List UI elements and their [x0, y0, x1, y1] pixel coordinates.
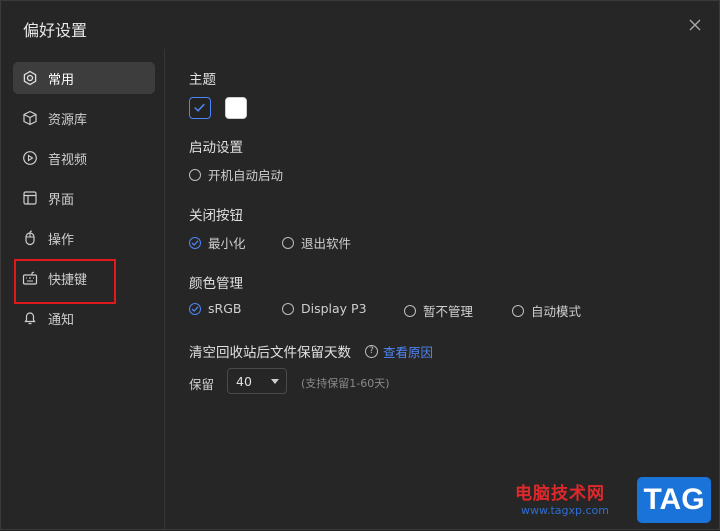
color-auto-label: 自动模式: [531, 304, 582, 319]
settings-content: 主题 启动设置 开机自动启动 关闭按钮 最小化 退出软件 颜色管理 sRGB D…: [189, 1, 709, 531]
keyboard-icon: [22, 270, 38, 286]
sidebar-item-interface[interactable]: 界面: [13, 182, 155, 214]
theme-title: 主题: [189, 72, 216, 88]
sidebar-item-media[interactable]: 音视频: [13, 142, 155, 174]
close-minimize-label: 最小化: [208, 236, 246, 251]
watermark-text: 电脑技术网: [515, 484, 605, 504]
sidebar-item-label: 音视频: [48, 152, 88, 168]
bell-icon: [22, 310, 38, 326]
color-p3-label: Display P3: [301, 301, 367, 316]
sidebar-item-notifications[interactable]: 通知: [13, 302, 155, 334]
color-none-option[interactable]: 暂不管理: [404, 301, 473, 320]
cube-icon: [22, 110, 38, 126]
layout-icon: [22, 190, 38, 206]
startup-title: 启动设置: [189, 140, 243, 156]
view-reason-label: 查看原因: [383, 344, 434, 360]
trash-retention-row: 清空回收站后文件保留天数 ? 查看原因: [189, 341, 433, 361]
view-reason-link[interactable]: ? 查看原因: [365, 342, 433, 361]
theme-dark-swatch[interactable]: [189, 97, 211, 119]
question-icon: ?: [365, 344, 378, 358]
site-watermark: 电脑技术网 www.tagxp.com TAG: [515, 477, 711, 523]
keep-label: 保留: [189, 377, 215, 392]
retention-days-value: 40: [236, 374, 252, 389]
color-srgb-label: sRGB: [208, 301, 242, 316]
mouse-icon: [22, 230, 38, 246]
retention-days-select[interactable]: 40: [227, 368, 287, 394]
radio-checked: [189, 236, 201, 249]
close-exit-label: 退出软件: [301, 236, 352, 251]
preferences-window: 偏好设置 常用 资源库 音视频 界面 操作 快捷键 通知 主题 启动设置 开机自…: [0, 0, 720, 530]
sidebar-item-label: 界面: [48, 192, 75, 208]
sidebar-item-general[interactable]: 常用: [13, 62, 155, 94]
radio-circle: [189, 168, 201, 181]
window-title: 偏好设置: [23, 21, 88, 40]
sidebar-item-label: 常用: [48, 72, 75, 88]
radio-circle: [282, 302, 294, 315]
sidebar-item-library[interactable]: 资源库: [13, 102, 155, 134]
trash-retention-title: 清空回收站后文件保留天数: [189, 345, 351, 361]
gear-icon: [22, 70, 38, 86]
close-minimize-option[interactable]: 最小化: [189, 233, 246, 252]
sidebar: 常用 资源库 音视频 界面 操作 快捷键 通知: [1, 49, 165, 529]
sidebar-item-label: 通知: [48, 312, 75, 328]
check-icon: [194, 103, 205, 112]
auto-start-label: 开机自动启动: [208, 168, 284, 183]
sidebar-item-label: 快捷键: [48, 272, 88, 288]
color-management-title: 颜色管理: [189, 276, 243, 292]
chevron-down-icon: [271, 379, 279, 384]
radio-circle: [512, 304, 524, 317]
close-exit-option[interactable]: 退出软件: [282, 233, 351, 252]
color-none-label: 暂不管理: [423, 304, 474, 319]
theme-light-swatch[interactable]: [225, 97, 247, 119]
radio-circle: [282, 236, 294, 249]
radio-circle: [404, 304, 416, 317]
watermark-url: www.tagxp.com: [521, 504, 609, 517]
play-circle-icon: [22, 150, 38, 166]
sidebar-item-shortcuts[interactable]: 快捷键: [13, 262, 155, 294]
auto-start-option[interactable]: 开机自动启动: [189, 165, 283, 184]
color-srgb-option[interactable]: sRGB: [189, 301, 241, 316]
color-auto-option[interactable]: 自动模式: [512, 301, 581, 320]
close-button-title: 关闭按钮: [189, 208, 243, 224]
radio-checked: [189, 302, 201, 315]
retention-hint: (支持保留1-60天): [301, 377, 390, 390]
sidebar-item-label: 资源库: [48, 112, 88, 128]
sidebar-item-label: 操作: [48, 232, 75, 248]
watermark-tag: TAG: [637, 477, 711, 523]
sidebar-item-operation[interactable]: 操作: [13, 222, 155, 254]
color-p3-option[interactable]: Display P3: [282, 301, 367, 316]
